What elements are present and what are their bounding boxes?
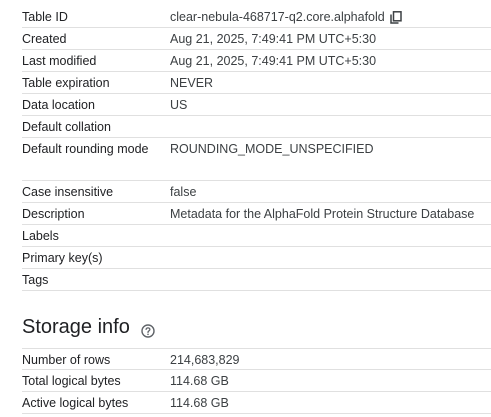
storage-info-heading: Storage info bbox=[22, 316, 155, 339]
detail-row-default-collation: Default collation bbox=[22, 116, 491, 138]
detail-row-data-location: Data location US bbox=[22, 94, 491, 116]
detail-value bbox=[170, 116, 491, 119]
storage-value: 214,683,829 bbox=[170, 353, 240, 367]
detail-label: Tags bbox=[22, 273, 49, 287]
table-details: Table ID clear-nebula-468717-q2.core.alp… bbox=[22, 6, 491, 291]
help-circle-icon[interactable] bbox=[141, 321, 155, 338]
detail-value bbox=[170, 247, 491, 250]
table-id-value[interactable]: clear-nebula-468717-q2.core.alphafold bbox=[170, 9, 385, 26]
detail-row-created: Created Aug 21, 2025, 7:49:41 PM UTC+5:3… bbox=[22, 28, 491, 50]
detail-value: Metadata for the AlphaFold Protein Struc… bbox=[170, 207, 475, 221]
detail-value: ROUNDING_MODE_UNSPECIFIED bbox=[170, 142, 374, 156]
detail-label: Description bbox=[22, 207, 85, 221]
detail-row-table-expiration: Table expiration NEVER bbox=[22, 72, 491, 94]
storage-value: 114.68 GB bbox=[170, 396, 229, 410]
storage-row-active-logical-bytes: Active logical bytes 114.68 GB bbox=[22, 392, 491, 414]
copy-icon[interactable] bbox=[389, 11, 402, 24]
detail-row-primary-keys: Primary key(s) bbox=[22, 247, 491, 269]
detail-label: Last modified bbox=[22, 54, 97, 68]
storage-value: 114.68 GB bbox=[170, 374, 229, 388]
detail-value: false bbox=[170, 185, 197, 199]
detail-value: Aug 21, 2025, 7:49:41 PM UTC+5:30 bbox=[170, 54, 377, 68]
storage-row-total-logical-bytes: Total logical bytes 114.68 GB bbox=[22, 370, 491, 392]
storage-label: Total logical bytes bbox=[22, 374, 121, 388]
detail-value bbox=[170, 269, 491, 272]
detail-label: Data location bbox=[22, 98, 95, 112]
detail-label: Table expiration bbox=[22, 76, 110, 90]
section-title: Storage info bbox=[22, 316, 130, 338]
detail-value bbox=[170, 225, 491, 228]
detail-row-description: Description Metadata for the AlphaFold P… bbox=[22, 203, 491, 225]
detail-value: Aug 21, 2025, 7:49:41 PM UTC+5:30 bbox=[170, 32, 377, 46]
detail-value: NEVER bbox=[170, 76, 214, 90]
detail-value-wrap: clear-nebula-468717-q2.core.alphafold bbox=[170, 6, 491, 26]
detail-row-table-id: Table ID clear-nebula-468717-q2.core.alp… bbox=[22, 6, 491, 28]
detail-label: Case insensitive bbox=[22, 185, 114, 199]
storage-label: Number of rows bbox=[22, 353, 111, 367]
detail-label: Table ID bbox=[22, 10, 68, 24]
detail-label: Created bbox=[22, 32, 67, 46]
storage-label: Active logical bytes bbox=[22, 396, 129, 410]
detail-label: Primary key(s) bbox=[22, 251, 103, 265]
detail-value: US bbox=[170, 98, 188, 112]
detail-row-default-rounding-mode: Default rounding mode ROUNDING_MODE_UNSP… bbox=[22, 138, 491, 181]
detail-label: Default rounding mode bbox=[22, 142, 149, 156]
detail-row-last-modified: Last modified Aug 21, 2025, 7:49:41 PM U… bbox=[22, 50, 491, 72]
detail-row-tags: Tags bbox=[22, 269, 491, 291]
storage-info-table: Number of rows 214,683,829 Total logical… bbox=[22, 348, 491, 414]
detail-label: Labels bbox=[22, 229, 59, 243]
detail-row-case-insensitive: Case insensitive false bbox=[22, 181, 491, 203]
detail-row-labels: Labels bbox=[22, 225, 491, 247]
storage-row-number-of-rows: Number of rows 214,683,829 bbox=[22, 348, 491, 370]
detail-label: Default collation bbox=[22, 120, 111, 134]
